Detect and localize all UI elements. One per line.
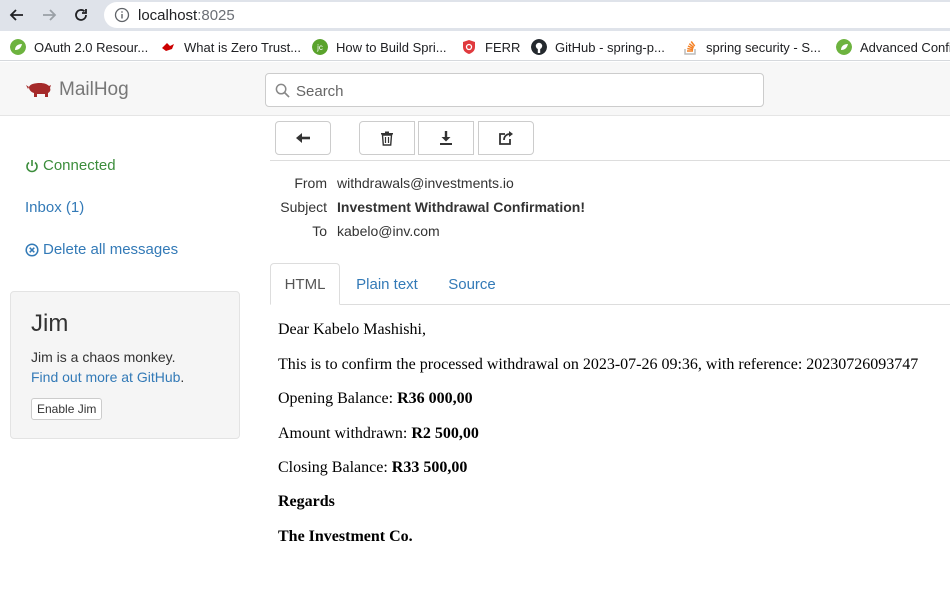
jim-link-suffix: . bbox=[180, 369, 185, 385]
bookmark-label: How to Build Spri... bbox=[336, 39, 447, 55]
opening-label: Opening Balance: bbox=[278, 390, 398, 407]
inbox-label: Inbox (1) bbox=[25, 199, 85, 216]
forward-icon[interactable] bbox=[38, 4, 60, 26]
trash-icon bbox=[381, 131, 393, 146]
opening-value: R36 000,00 bbox=[397, 390, 473, 407]
spring-leaf-icon bbox=[10, 39, 26, 55]
bookmark-label: spring security - S... bbox=[706, 39, 821, 55]
share-icon bbox=[499, 131, 513, 145]
tab-source[interactable]: Source bbox=[438, 263, 506, 305]
arrow-left-icon bbox=[296, 133, 310, 143]
stackoverflow-icon bbox=[684, 41, 696, 55]
mailhog-navbar: MailHog bbox=[0, 62, 950, 116]
jcg-icon: jc bbox=[312, 39, 328, 55]
bookmark-advanced-config[interactable]: Advanced Confi bbox=[836, 38, 950, 56]
delete-button[interactable] bbox=[359, 121, 415, 155]
toolbar-divider bbox=[270, 160, 950, 161]
back-icon[interactable] bbox=[6, 4, 28, 26]
connected-status: Connected bbox=[25, 157, 116, 174]
reload-icon[interactable] bbox=[70, 4, 92, 26]
search-input[interactable] bbox=[296, 80, 756, 102]
tab-plain-text[interactable]: Plain text bbox=[346, 263, 428, 305]
bookmark-label: FERR bbox=[485, 39, 521, 55]
connected-label: Connected bbox=[43, 157, 116, 174]
jim-github-link[interactable]: Find out more at GitHub bbox=[31, 369, 180, 385]
url-port: :8025 bbox=[197, 7, 235, 24]
from-value: withdrawals@investments.io bbox=[337, 175, 514, 191]
bookmark-ferr[interactable]: FERR bbox=[461, 38, 520, 56]
delete-all-label: Delete all messages bbox=[43, 241, 179, 258]
amount-withdrawn: Amount withdrawn: R2 500,00 bbox=[278, 425, 479, 443]
subject-value: Investment Withdrawal Confirmation! bbox=[337, 199, 586, 215]
github-icon bbox=[531, 39, 547, 55]
address-bar[interactable]: localhost:8025 bbox=[104, 2, 950, 28]
regards-text: Regards bbox=[278, 493, 335, 510]
bookmark-zero-trust[interactable]: What is Zero Trust... bbox=[160, 38, 301, 56]
regards: Regards bbox=[278, 493, 335, 511]
jim-panel: Jim Jim is a chaos monkey. Find out more… bbox=[10, 291, 240, 439]
confirmation-text: This is to confirm the processed withdra… bbox=[278, 356, 919, 373]
bookmark-build-spring[interactable]: jc How to Build Spri... bbox=[312, 38, 447, 56]
bookmark-label: OAuth 2.0 Resour... bbox=[34, 39, 149, 55]
to-value: kabelo@inv.com bbox=[337, 223, 440, 239]
jim-title: Jim bbox=[31, 310, 69, 337]
download-icon bbox=[440, 131, 452, 145]
spring-leaf-icon bbox=[836, 39, 852, 55]
jim-more: Find out more at GitHub. bbox=[31, 369, 184, 385]
power-icon bbox=[26, 159, 38, 172]
redhat-icon bbox=[162, 43, 174, 51]
download-button[interactable] bbox=[418, 121, 474, 155]
closing-label: Closing Balance: bbox=[278, 459, 392, 476]
to-label: To bbox=[312, 223, 327, 239]
greeting: Dear Kabelo Mashishi, bbox=[278, 321, 426, 338]
bookmark-stackoverflow[interactable]: spring security - S... bbox=[682, 38, 821, 56]
back-button[interactable] bbox=[275, 121, 331, 155]
bookmarks-bar: OAuth 2.0 Resour... What is Zero Trust..… bbox=[0, 31, 950, 61]
subject-label: Subject bbox=[280, 199, 327, 215]
shield-icon bbox=[463, 40, 475, 54]
signature-text: The Investment Co. bbox=[278, 528, 413, 545]
url-text: localhost:8025 bbox=[138, 7, 235, 24]
from-label: From bbox=[294, 175, 327, 191]
brand-name: MailHog bbox=[59, 79, 129, 100]
browser-toolbar: localhost:8025 bbox=[0, 0, 950, 31]
pig-logo-icon bbox=[26, 83, 51, 97]
opening-balance: Opening Balance: R36 000,00 bbox=[278, 390, 473, 408]
bookmark-label: GitHub - spring-p... bbox=[555, 39, 665, 55]
bookmark-oauth[interactable]: OAuth 2.0 Resour... bbox=[10, 38, 148, 56]
bookmark-label: What is Zero Trust... bbox=[184, 39, 302, 55]
search-icon bbox=[275, 83, 290, 98]
remove-circle-icon bbox=[25, 242, 39, 257]
signature: The Investment Co. bbox=[278, 528, 413, 546]
tab-html[interactable]: HTML bbox=[270, 263, 340, 305]
info-icon[interactable] bbox=[114, 7, 130, 23]
release-button[interactable] bbox=[478, 121, 534, 155]
enable-jim-button[interactable]: Enable Jim bbox=[31, 398, 103, 420]
delete-all-link[interactable]: Delete all messages bbox=[25, 241, 178, 258]
url-host: localhost bbox=[138, 7, 198, 24]
amount-value: R2 500,00 bbox=[411, 425, 479, 442]
closing-balance: Closing Balance: R33 500,00 bbox=[278, 459, 467, 477]
brand[interactable]: MailHog bbox=[26, 79, 129, 101]
bookmark-label: Advanced Confi bbox=[860, 39, 950, 55]
bookmark-github[interactable]: GitHub - spring-p... bbox=[531, 38, 665, 56]
svg-text:jc: jc bbox=[316, 43, 323, 52]
jim-description: Jim is a chaos monkey. bbox=[31, 349, 176, 365]
search-box[interactable] bbox=[265, 73, 764, 107]
amount-label: Amount withdrawn: bbox=[278, 425, 412, 442]
inbox-link[interactable]: Inbox (1) bbox=[25, 199, 84, 216]
closing-value: R33 500,00 bbox=[391, 459, 468, 476]
